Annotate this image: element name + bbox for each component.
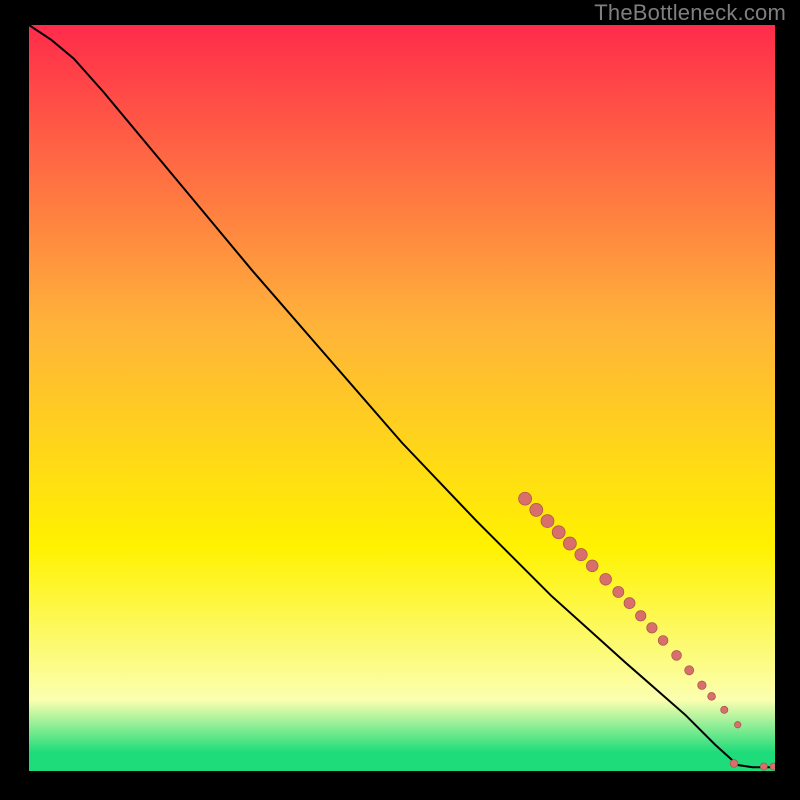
chart-point xyxy=(708,693,716,701)
chart-point xyxy=(658,636,668,646)
chart-point xyxy=(552,526,565,539)
chart-point xyxy=(541,515,554,528)
chart-point xyxy=(530,503,543,516)
watermark-text: TheBottleneck.com xyxy=(594,0,786,26)
chart-point xyxy=(600,573,612,585)
chart-svg xyxy=(29,25,775,771)
chart-point xyxy=(721,706,728,713)
chart-point xyxy=(575,548,587,560)
chart-point xyxy=(698,681,706,689)
chart-point xyxy=(519,492,532,505)
chart-point xyxy=(685,666,694,675)
chart-point xyxy=(613,586,624,597)
chart-point xyxy=(770,763,775,770)
chart-point xyxy=(734,722,741,729)
chart-point xyxy=(624,598,635,609)
chart-canvas xyxy=(29,25,775,771)
chart-point xyxy=(760,763,767,770)
chart-point xyxy=(672,650,682,660)
chart-point xyxy=(730,760,738,768)
chart-point xyxy=(563,537,576,550)
chart-point xyxy=(647,623,657,633)
chart-point xyxy=(586,560,598,572)
chart-point xyxy=(636,611,646,621)
